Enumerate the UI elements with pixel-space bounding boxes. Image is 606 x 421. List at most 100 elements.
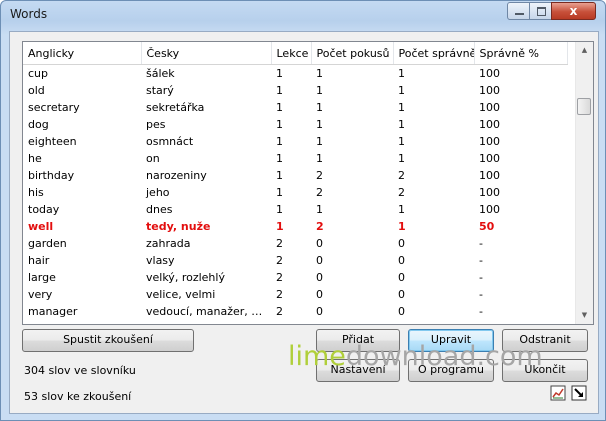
cell-correct: 0 xyxy=(398,237,405,250)
main-window: Words x Anglicky Česky Lekce Počet pokus… xyxy=(0,0,606,421)
cell-lesson: 2 xyxy=(276,288,283,301)
window-title: Words xyxy=(10,7,48,21)
cell-czech: velice, velmi xyxy=(146,288,216,301)
cell-correct-percent: 100 xyxy=(479,67,500,80)
cell-czech: šálek xyxy=(146,67,175,80)
table-row[interactable]: dog pes 1 1 1 100 xyxy=(23,116,567,133)
table-row[interactable]: cup šálek 1 1 1 100 xyxy=(23,65,567,83)
cell-english: very xyxy=(28,288,53,301)
cell-english: birthday xyxy=(28,169,75,182)
cell-lesson: 2 xyxy=(276,271,283,284)
cell-lesson: 2 xyxy=(276,254,283,267)
cell-lesson: 1 xyxy=(276,135,283,148)
cell-correct-percent: - xyxy=(479,237,483,250)
cell-correct-percent: 100 xyxy=(479,135,500,148)
cell-attempts: 1 xyxy=(316,135,323,148)
close-button[interactable]: x xyxy=(551,2,596,20)
cell-czech: tedy, nuže xyxy=(146,220,211,233)
table-row[interactable]: large velký, rozlehlý 2 0 0 - xyxy=(23,269,567,286)
cell-lesson: 1 xyxy=(276,152,283,165)
cell-lesson: 1 xyxy=(276,118,283,131)
table-row[interactable]: very velice, velmi 2 0 0 - xyxy=(23,286,567,303)
column-header-english[interactable]: Anglicky xyxy=(23,42,142,65)
cell-attempts: 1 xyxy=(316,84,323,97)
column-header-czech[interactable]: Česky xyxy=(141,42,272,65)
table-row[interactable]: his jeho 1 2 2 100 xyxy=(23,184,567,201)
cell-correct: 1 xyxy=(398,220,406,233)
cell-correct: 1 xyxy=(398,152,405,165)
cell-attempts: 1 xyxy=(316,101,323,114)
cell-attempts: 0 xyxy=(316,254,323,267)
column-header-correct[interactable]: Počet správně xyxy=(393,42,475,65)
minimize-button[interactable] xyxy=(507,2,530,20)
scroll-up-icon[interactable]: ▲ xyxy=(576,42,593,59)
cell-correct: 0 xyxy=(398,254,405,267)
cell-attempts: 0 xyxy=(316,288,323,301)
cell-english: old xyxy=(28,84,45,97)
cell-czech: sekretářka xyxy=(146,101,205,114)
table-row[interactable]: he on 1 1 1 100 xyxy=(23,150,567,167)
cell-attempts: 1 xyxy=(316,67,323,80)
cell-czech: vlasy xyxy=(146,254,175,267)
cell-english: cup xyxy=(28,67,49,80)
cell-lesson: 2 xyxy=(276,237,283,250)
table-row[interactable]: today dnes 1 1 1 100 xyxy=(23,201,567,218)
start-test-button[interactable]: Spustit zkoušení xyxy=(22,329,194,352)
table-row[interactable]: eighteen osmnáct 1 1 1 100 xyxy=(23,133,567,150)
cell-lesson: 1 xyxy=(276,169,283,182)
column-header-correct-percent[interactable]: Správně % xyxy=(474,42,568,65)
table-row[interactable]: well tedy, nuže 1 2 1 50 xyxy=(23,218,567,235)
cell-lesson: 1 xyxy=(276,186,283,199)
cell-correct-percent: 100 xyxy=(479,169,500,182)
header-row: Anglicky Česky Lekce Počet pokusů Počet … xyxy=(23,42,568,65)
table-row[interactable]: garden zahrada 2 0 0 - xyxy=(23,235,567,252)
words-table-body: cup šálek 1 1 1 100 old starý 1 1 1 100 secretary sek… xyxy=(23,65,567,321)
cell-correct: 0 xyxy=(398,288,405,301)
cell-attempts: 2 xyxy=(316,169,323,182)
cell-english: well xyxy=(28,220,54,233)
cell-correct-percent: 100 xyxy=(479,186,500,199)
close-icon: x xyxy=(569,4,578,18)
cell-correct: 1 xyxy=(398,101,405,114)
title-bar[interactable]: Words x xyxy=(1,1,605,31)
cell-correct-percent: 100 xyxy=(479,152,500,165)
cell-lesson: 1 xyxy=(276,220,284,233)
resize-arrow-icon[interactable] xyxy=(571,385,587,401)
table-row[interactable]: hair vlasy 2 0 0 - xyxy=(23,252,567,269)
cell-correct: 1 xyxy=(398,203,405,216)
cell-correct-percent: 100 xyxy=(479,118,500,131)
column-header-lesson[interactable]: Lekce xyxy=(271,42,312,65)
cell-correct-percent: - xyxy=(479,305,483,318)
cell-correct: 1 xyxy=(398,67,405,80)
cell-czech: narozeniny xyxy=(146,169,207,182)
cell-correct: 1 xyxy=(398,118,405,131)
cell-czech: jeho xyxy=(146,186,170,199)
test-count-label: 53 slov ke zkoušení xyxy=(24,390,132,403)
cell-correct-percent: - xyxy=(479,271,483,284)
cell-attempts: 0 xyxy=(316,305,323,318)
table-row[interactable]: old starý 1 1 1 100 xyxy=(23,82,567,99)
cell-correct: 1 xyxy=(398,84,405,97)
cell-english: large xyxy=(28,271,56,284)
cell-attempts: 0 xyxy=(316,237,323,250)
maximize-button[interactable] xyxy=(529,2,552,20)
cell-lesson: 1 xyxy=(276,67,283,80)
vertical-scrollbar[interactable]: ▲ ▼ xyxy=(575,42,593,324)
column-header-attempts[interactable]: Počet pokusů xyxy=(311,42,394,65)
cell-lesson: 2 xyxy=(276,305,283,318)
table-row[interactable]: secretary sekretářka 1 1 1 100 xyxy=(23,99,567,116)
cell-lesson: 1 xyxy=(276,84,283,97)
scroll-thumb[interactable] xyxy=(577,98,591,115)
cell-correct: 1 xyxy=(398,135,405,148)
cell-correct-percent: - xyxy=(479,288,483,301)
cell-correct-percent: - xyxy=(479,254,483,267)
cell-english: secretary xyxy=(28,101,80,114)
table-row[interactable]: birthday narozeniny 1 2 2 100 xyxy=(23,167,567,184)
chart-icon[interactable] xyxy=(550,385,566,401)
cell-english: his xyxy=(28,186,44,199)
table-row[interactable]: manager vedoucí, manažer, ma... 2 0 0 - xyxy=(23,303,567,320)
scroll-down-icon[interactable]: ▼ xyxy=(576,307,593,324)
cell-correct: 2 xyxy=(398,169,405,182)
words-list[interactable]: Anglicky Česky Lekce Počet pokusů Počet … xyxy=(22,41,594,325)
cell-english: he xyxy=(28,152,42,165)
